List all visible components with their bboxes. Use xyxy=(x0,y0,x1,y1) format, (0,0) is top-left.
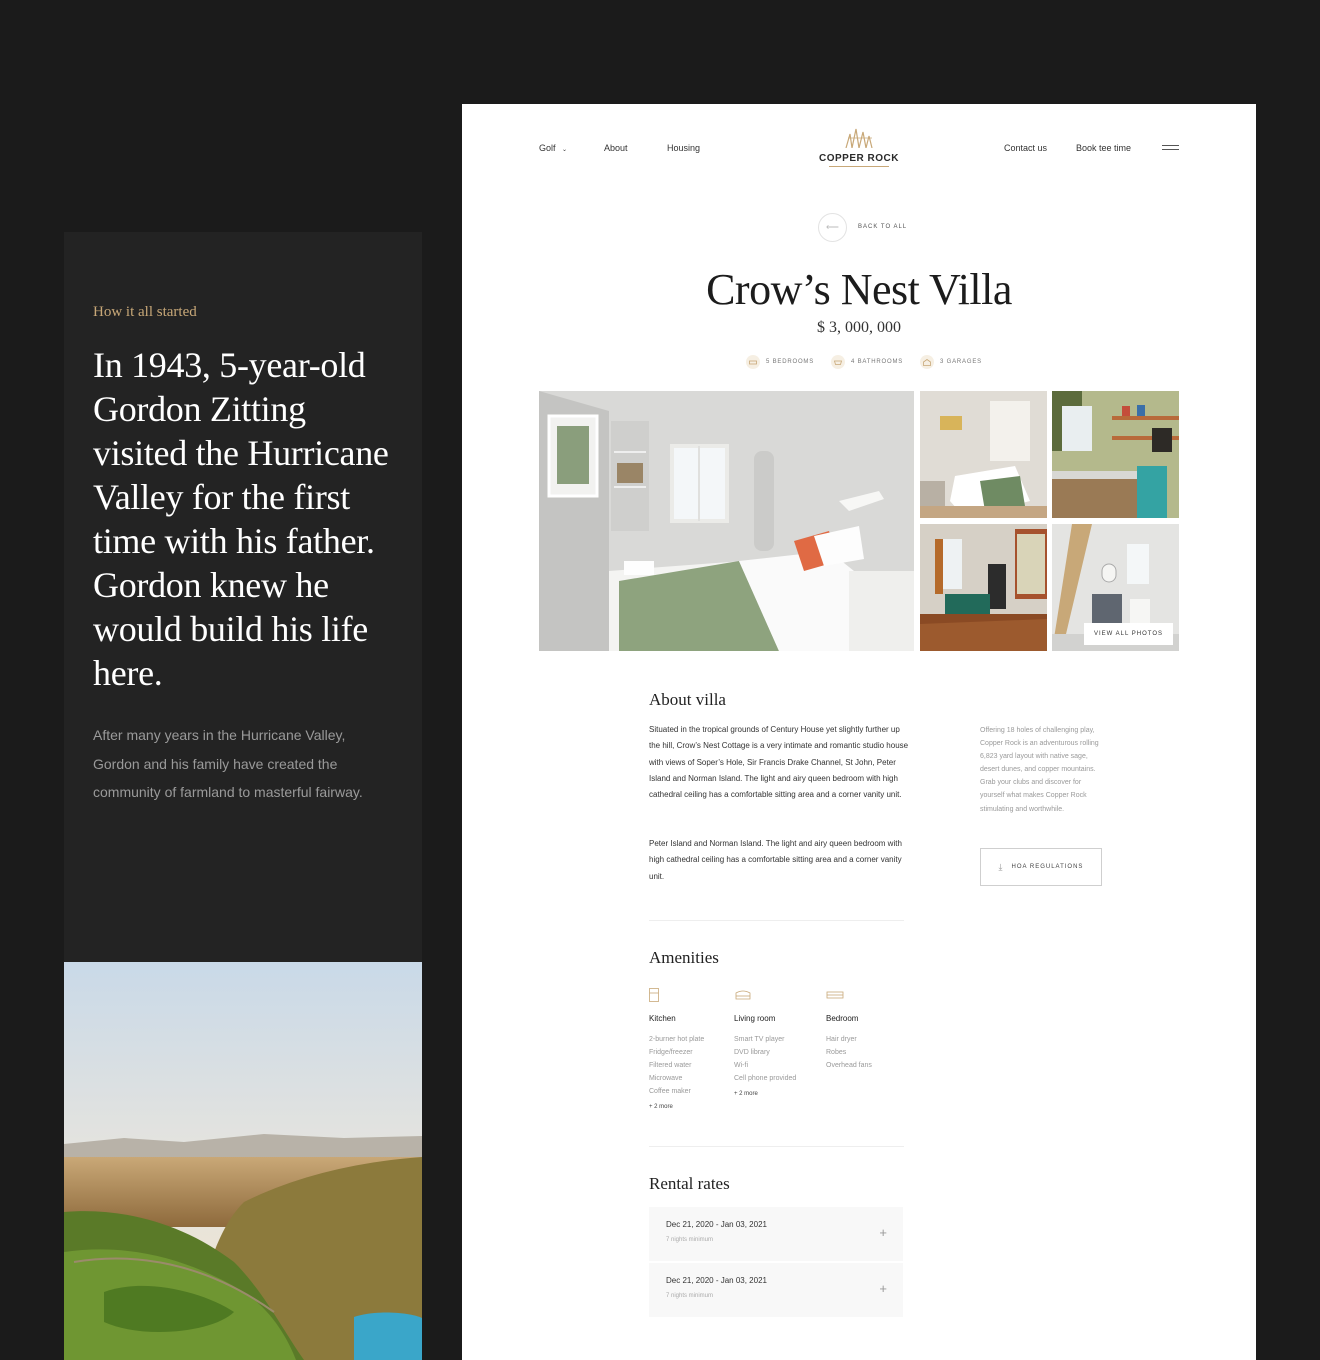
logo-wordmark: COPPER ROCK xyxy=(819,153,899,164)
spec-bedrooms: 5 BEDROOMS xyxy=(746,355,814,369)
rental-rate-row[interactable]: Dec 21, 2020 - Jan 03, 2021 7 nights min… xyxy=(649,1263,903,1317)
amenity-bedroom-name: Bedroom xyxy=(826,1014,859,1023)
amenity-item: Cell phone provided xyxy=(734,1075,797,1082)
spec-bathrooms-label: 4 BATHROOMS xyxy=(851,359,904,365)
villa-page: Golf ⌄ About Housing COPPER ROCK Contact… xyxy=(462,104,1256,1360)
story-paragraph: After many years in the Hurricane Valley… xyxy=(93,727,363,800)
amenity-item: Hair dryer xyxy=(826,1036,857,1043)
amenity-bedroom: Bedroom Hair dryer Robes Overhead fans xyxy=(826,988,872,1072)
garage-icon xyxy=(920,355,935,369)
amenity-living-room-list: Smart TV player DVD library Wi-fi Cell p… xyxy=(734,1033,796,1085)
amenity-living-room-name: Living room xyxy=(734,1014,776,1023)
amenity-item: Filtered water xyxy=(649,1062,692,1069)
more-label: 2 more xyxy=(654,1104,673,1110)
amenity-item: Overhead fans xyxy=(826,1062,872,1069)
amenity-item: DVD library xyxy=(734,1049,770,1056)
amenity-item: Coffee maker xyxy=(649,1088,691,1095)
amenities-title: Amenities xyxy=(649,948,719,967)
spec-garages: 3 GARAGES xyxy=(920,355,982,369)
hoa-label: HOA REGULATIONS xyxy=(1011,864,1084,870)
amenity-item: Fridge/freezer xyxy=(649,1049,693,1056)
main-bedroom-photo[interactable] xyxy=(539,391,914,651)
nav-book-tee-time[interactable]: Book tee time xyxy=(1076,143,1131,153)
story-headline: In 1943, 5-year-old Gordon Zitting visit… xyxy=(93,345,389,693)
bed-icon xyxy=(746,355,760,369)
plus-icon[interactable]: + xyxy=(879,1225,887,1240)
about-villa-paragraph-2: Peter Island and Norman Island. The ligh… xyxy=(649,839,902,881)
spec-bedrooms-label: 5 BEDROOMS xyxy=(766,359,815,365)
sofa-icon xyxy=(734,988,796,1002)
rate-dates: Dec 21, 2020 - Jan 03, 2021 xyxy=(666,1276,767,1285)
bed-outline-icon xyxy=(826,988,872,1002)
chevron-down-icon: ⌄ xyxy=(562,147,568,153)
hoa-regulations-button[interactable]: ⤓ HOA REGULATIONS xyxy=(980,848,1102,886)
amenity-kitchen-name: Kitchen xyxy=(649,1014,676,1023)
bathroom-photo[interactable]: VIEW ALL PHOTOS xyxy=(1052,524,1179,651)
section-divider xyxy=(649,1146,904,1147)
rental-rates-title: Rental rates xyxy=(649,1174,730,1193)
kitchen-photo[interactable] xyxy=(1052,391,1179,518)
back-to-all-link[interactable]: ⟵ BACK TO ALL xyxy=(818,212,907,242)
spec-bathrooms: 4 BATHROOMS xyxy=(831,355,903,369)
amenity-item: Microwave xyxy=(649,1075,683,1082)
rate-nights: 7 nights minimum xyxy=(666,1237,714,1243)
copper-rock-logo[interactable]: COPPER ROCK xyxy=(819,126,899,167)
amenity-item: Smart TV player xyxy=(734,1036,785,1043)
download-icon: ⤓ xyxy=(998,861,1004,872)
living-room-photo[interactable] xyxy=(920,524,1047,651)
amenity-bedroom-list: Hair dryer Robes Overhead fans xyxy=(826,1033,872,1072)
nav-golf-label: Golf xyxy=(539,143,556,153)
nav-about[interactable]: About xyxy=(604,143,628,153)
spec-garages-label: 3 GARAGES xyxy=(940,359,982,365)
fridge-icon xyxy=(649,988,704,1002)
villa-title: Crow’s Nest Villa xyxy=(706,265,1012,314)
plus-icon[interactable]: + xyxy=(879,1281,887,1296)
amenity-item: Wi-fi xyxy=(734,1062,748,1069)
more-label: 2 more xyxy=(739,1091,758,1097)
about-villa-paragraph-1: Situated in the tropical grounds of Cent… xyxy=(649,725,909,800)
villa-price: $ 3, 000, 000 xyxy=(817,319,901,336)
amenity-living-room: Living room Smart TV player DVD library … xyxy=(734,988,796,1097)
rate-dates: Dec 21, 2020 - Jan 03, 2021 xyxy=(666,1220,767,1229)
course-description: Offering 18 holes of challenging play, C… xyxy=(980,727,1099,813)
menu-icon[interactable] xyxy=(1162,145,1179,150)
photo-gallery: VIEW ALL PHOTOS xyxy=(539,391,1179,651)
story-card: How it all started In 1943, 5-year-old G… xyxy=(64,232,422,962)
arrow-left-icon: ⟵ xyxy=(818,212,847,242)
section-divider xyxy=(649,920,904,921)
nav-contact[interactable]: Contact us xyxy=(1004,143,1047,153)
logo-mark-icon xyxy=(845,128,873,149)
bath-icon xyxy=(831,355,846,369)
back-label: BACK TO ALL xyxy=(858,224,908,230)
nav-housing[interactable]: Housing xyxy=(667,143,700,153)
story-eyebrow: How it all started xyxy=(93,304,197,320)
amenity-item: 2-burner hot plate xyxy=(649,1036,705,1043)
view-all-photos-button[interactable]: VIEW ALL PHOTOS xyxy=(1083,623,1173,645)
amenity-item: Robes xyxy=(826,1049,847,1056)
amenity-kitchen-list: 2-burner hot plate Fridge/freezer Filter… xyxy=(649,1033,704,1098)
bedroom-photo-2[interactable] xyxy=(920,391,1047,518)
villa-specs: 5 BEDROOMS 4 BATHROOMS 3 GARAGES xyxy=(746,355,982,369)
rental-rate-row[interactable]: Dec 21, 2020 - Jan 03, 2021 7 nights min… xyxy=(649,1207,903,1261)
amenity-living-room-more[interactable]: + 2 more xyxy=(734,1091,796,1097)
amenity-kitchen-more[interactable]: + 2 more xyxy=(649,1104,704,1110)
logo-underline xyxy=(829,166,889,167)
about-villa-title: About villa xyxy=(649,690,726,709)
amenity-kitchen: Kitchen 2-burner hot plate Fridge/freeze… xyxy=(649,988,704,1110)
golf-landscape-image xyxy=(64,962,422,1360)
rate-nights: 7 nights minimum xyxy=(666,1293,714,1299)
nav-golf[interactable]: Golf ⌄ xyxy=(539,143,567,153)
